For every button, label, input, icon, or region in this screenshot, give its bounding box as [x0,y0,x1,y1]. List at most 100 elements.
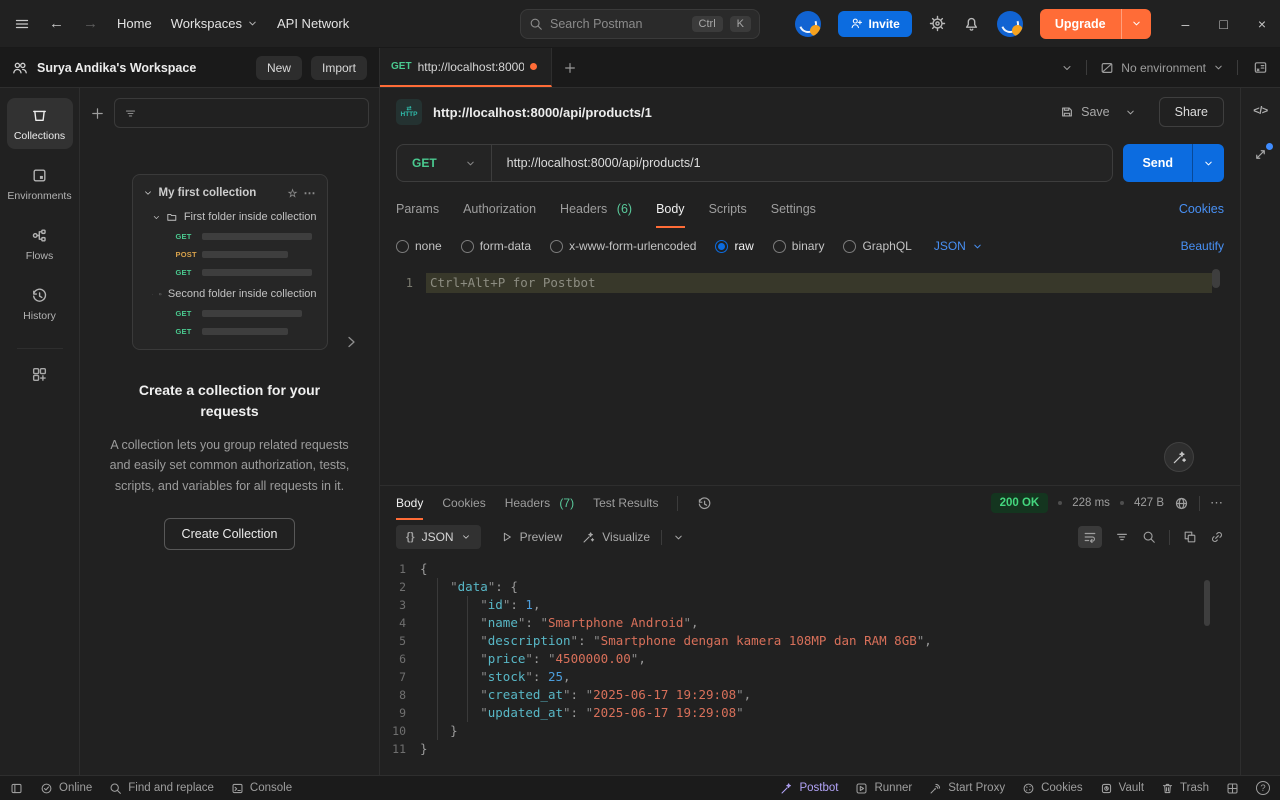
postman-agent-icon[interactable] [794,10,821,37]
back-button[interactable]: ← [49,16,64,31]
find-and-replace[interactable]: Find and replace [109,782,214,795]
network-globe-icon[interactable] [1174,496,1189,511]
trash-button[interactable]: Trash [1161,782,1209,795]
global-search[interactable]: Ctrl K [520,8,760,39]
response-tab-test-results[interactable]: Test Results [593,486,658,520]
beautify-link[interactable]: Beautify [1181,239,1224,253]
sidebar-item-collections[interactable]: Collections [6,98,73,149]
split-panes-icon[interactable] [1226,782,1239,795]
tab-headers[interactable]: Headers (6) [560,190,632,228]
code-snippet-icon[interactable]: </> [1253,105,1268,117]
tab-scripts[interactable]: Scripts [709,190,747,228]
wrap-text-icon[interactable] [1078,526,1102,548]
vault-button[interactable]: Vault [1100,782,1144,795]
console-button[interactable]: Console [231,782,292,795]
visualize-dropdown[interactable] [673,532,684,543]
nav-api-network[interactable]: API Network [277,16,349,31]
carousel-next-icon[interactable] [343,334,359,350]
maximize-icon[interactable]: □ [1219,16,1227,32]
runner-button[interactable]: Runner [855,782,912,795]
save-dropdown[interactable] [1121,107,1140,118]
response-tab-cookies[interactable]: Cookies [442,486,485,520]
settings-gear-icon[interactable] [929,15,946,32]
illustration-folder-name: First folder inside collection [183,211,317,223]
send-dropdown[interactable] [1192,144,1224,182]
editor-scrollbar[interactable] [1212,269,1220,288]
filter-collections-input[interactable] [143,106,359,120]
mode-graphql[interactable]: GraphQL [843,239,912,253]
mode-binary[interactable]: binary [772,239,824,253]
response-tab-headers[interactable]: Headers (7) [505,486,574,520]
sidebar-item-flows[interactable]: Flows [7,218,73,269]
configure-sidebar-icon[interactable] [27,362,52,387]
response-history-icon[interactable] [697,496,712,511]
link-icon[interactable] [1210,530,1224,544]
visualize-button[interactable]: Visualize [582,530,650,544]
tab-authorization[interactable]: Authorization [463,190,536,228]
cookies-button[interactable]: Cookies [1022,782,1083,795]
online-status[interactable]: Online [40,782,92,795]
account-avatar[interactable] [996,10,1023,37]
response-code-line: 1{ [399,561,428,576]
preview-button[interactable]: Preview [501,530,562,544]
close-icon[interactable]: × [1258,16,1266,32]
main-menu-icon[interactable] [14,16,30,32]
folder-icon [167,213,177,221]
workspace-title[interactable]: Surya Andika's Workspace [37,61,247,75]
mode-form-data[interactable]: form-data [460,239,531,253]
upgrade-button[interactable]: Upgrade [1039,8,1151,39]
tab-settings[interactable]: Settings [771,190,816,228]
sidebar-item-environments[interactable]: Environments [7,158,73,209]
save-button[interactable]: Save [1060,105,1110,119]
cookies-link[interactable]: Cookies [1179,202,1224,216]
check-circle-icon [41,783,52,793]
environment-selector[interactable]: No environment [1089,61,1235,75]
response-code-line: 3 "id": 1, [399,597,541,612]
new-tab-button[interactable] [552,48,588,87]
add-collection-icon[interactable] [90,106,105,121]
forward-button[interactable]: → [83,16,98,31]
nav-home[interactable]: Home [117,16,152,31]
response-code-line: 9 "updated_at": "2025-06-17 19:29:08" [399,705,744,720]
tab-params[interactable]: Params [396,190,439,228]
postbot-statusbar-button[interactable]: Postbot [780,782,838,795]
mode-raw[interactable]: raw [715,239,754,253]
method-selector[interactable]: GET [397,156,491,170]
response-more-icon[interactable]: ⋯ [1210,495,1224,511]
tab-body[interactable]: Body [656,190,685,228]
filter-collections-box[interactable] [114,98,369,128]
start-proxy-button[interactable]: Start Proxy [929,782,1005,795]
body-mode-row: none form-data x-www-form-urlencoded raw… [380,228,1240,264]
invite-button[interactable]: Invite [837,10,912,37]
comments-exchange-icon[interactable] [1253,143,1273,162]
response-scrollbar[interactable] [1204,580,1210,626]
send-button[interactable]: Send [1123,144,1192,182]
create-collection-button[interactable]: Create Collection [163,517,296,550]
help-icon[interactable]: ? [1256,781,1270,795]
response-tab-body[interactable]: Body [396,486,424,520]
search-response-icon[interactable] [1142,530,1156,544]
language-selector[interactable]: JSON [934,239,983,253]
environment-quick-look-icon[interactable] [1240,60,1280,75]
request-tab[interactable]: GET http://localhost:8000/ap [380,48,552,87]
import-button[interactable]: Import [310,55,367,80]
new-button[interactable]: New [255,55,302,80]
toggle-sidebar-icon[interactable] [10,782,23,795]
tab-list-dropdown[interactable] [1050,62,1084,74]
mode-urlencoded[interactable]: x-www-form-urlencoded [550,239,696,253]
filter-icon[interactable] [1115,530,1129,544]
mode-none[interactable]: none [396,239,442,253]
copy-icon[interactable] [1183,530,1197,544]
minimize-icon[interactable]: – [1182,16,1190,32]
notifications-bell-icon[interactable] [963,15,980,32]
request-body-editor[interactable]: 1 Ctrl+Alt+P for Postbot [380,264,1240,485]
search-input[interactable] [550,16,685,31]
postbot-button[interactable] [1164,442,1194,472]
share-button[interactable]: Share [1158,97,1224,127]
upgrade-dropdown[interactable] [1120,8,1151,39]
url-input[interactable] [491,156,1113,170]
response-format-selector[interactable]: {} JSON [396,525,481,549]
response-code-line: 2 "data": { [399,579,518,594]
sidebar-item-history[interactable]: History [7,278,73,329]
nav-workspaces[interactable]: Workspaces [171,16,258,31]
